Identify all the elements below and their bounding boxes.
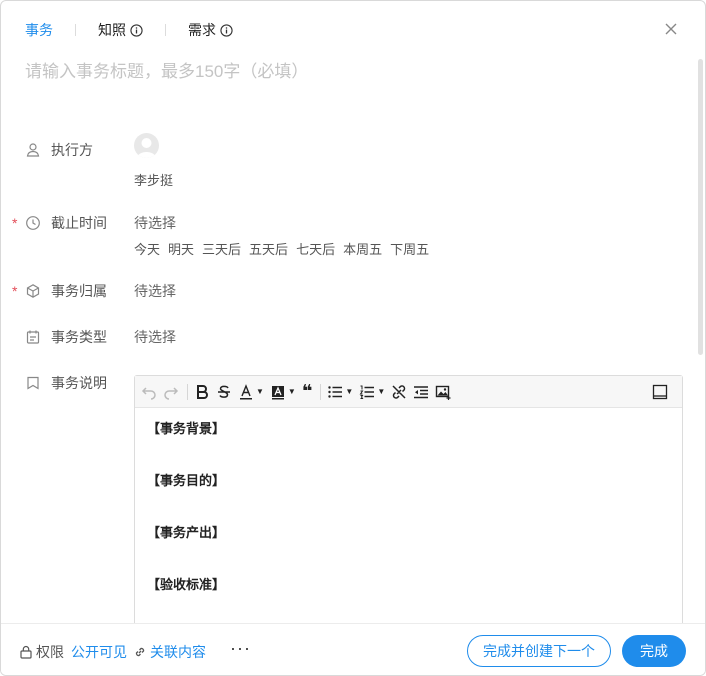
redo-icon[interactable] — [163, 381, 179, 403]
tab-task-label: 事务 — [25, 22, 53, 38]
required-mark: * — [12, 215, 18, 231]
flag-icon — [27, 376, 39, 390]
tab-notice[interactable]: 知照 — [98, 20, 143, 40]
avatar[interactable] — [134, 133, 159, 158]
permission-control[interactable]: 权限 公开可见 — [19, 642, 127, 662]
close-icon[interactable] — [663, 21, 679, 37]
deadline-quick-options: 今天 明天 三天后 五天后 七天后 本周五 下周五 — [134, 239, 429, 258]
unlink-icon[interactable] — [391, 381, 407, 403]
belong-label-text: 事务归属 — [51, 283, 107, 299]
quick-date-option[interactable]: 七天后 — [296, 239, 335, 258]
tab-requirement-label: 需求 — [188, 22, 216, 38]
tab-notice-label: 知照 — [98, 22, 126, 38]
quote-icon[interactable]: ❝ — [302, 381, 313, 403]
editor-content[interactable]: 【事务背景】 【事务目的】 【事务产出】 【验收标准】 — [135, 408, 682, 636]
permission-label: 权限 — [36, 644, 64, 660]
deadline-select[interactable]: 待选择 — [134, 213, 176, 233]
editor-line: 【事务目的】 — [147, 473, 226, 488]
complete-button[interactable]: 完成 — [622, 635, 686, 667]
belong-select[interactable]: 待选择 — [134, 281, 176, 301]
permission-value[interactable]: 公开可见 — [71, 642, 127, 662]
task-create-dialog: 事务 知照 需求 执行方 李步挺 * 截止时间 待选择 今天 明天 三天后 五天… — [0, 0, 706, 676]
tab-bar: 事务 知照 需求 — [25, 19, 233, 41]
tab-divider — [75, 24, 76, 36]
tab-task[interactable]: 事务 — [25, 20, 53, 40]
related-content-label: 关联内容 — [150, 644, 206, 660]
font-color-icon[interactable]: ▼ — [238, 381, 264, 403]
type-label-text: 事务类型 — [51, 329, 107, 345]
cube-icon — [26, 284, 40, 298]
deadline-label-text: 截止时间 — [51, 215, 107, 231]
calendar-icon — [26, 330, 40, 344]
quick-date-option[interactable]: 明天 — [168, 239, 194, 258]
task-title-input[interactable] — [25, 59, 665, 85]
description-label: 事务说明 — [25, 373, 107, 393]
assignee-label-text: 执行方 — [51, 142, 93, 158]
quick-date-option[interactable]: 三天后 — [202, 239, 241, 258]
type-label: 事务类型 — [25, 327, 107, 347]
person-icon — [26, 143, 40, 157]
quick-date-option[interactable]: 下周五 — [390, 239, 429, 258]
bold-icon[interactable] — [194, 381, 210, 403]
description-label-text: 事务说明 — [51, 375, 107, 391]
quick-date-option[interactable]: 本周五 — [343, 239, 382, 258]
scrollbar[interactable] — [698, 59, 703, 355]
editor-line: 【验收标准】 — [147, 577, 226, 592]
undo-icon[interactable] — [141, 381, 157, 403]
quick-date-option[interactable]: 今天 — [134, 239, 160, 258]
related-content-link[interactable]: 关联内容 — [133, 642, 206, 662]
link-icon — [135, 647, 145, 657]
info-icon[interactable] — [130, 23, 143, 37]
highlight-color-icon[interactable]: ▼ — [270, 381, 296, 403]
editor-toolbar: ▼ ▼ ❝ ▼ ▼ — [135, 376, 682, 408]
fullscreen-icon[interactable] — [652, 384, 668, 400]
complete-and-create-next-button[interactable]: 完成并创建下一个 — [467, 635, 611, 667]
info-icon[interactable] — [220, 23, 233, 37]
deadline-label: * 截止时间 — [12, 213, 107, 233]
insert-image-icon[interactable] — [435, 381, 451, 403]
numbered-list-icon[interactable]: ▼ — [359, 381, 385, 403]
tab-requirement[interactable]: 需求 — [188, 20, 233, 40]
outdent-icon[interactable] — [413, 381, 429, 403]
type-select[interactable]: 待选择 — [134, 327, 176, 347]
required-mark: * — [12, 283, 18, 299]
editor-line: 【事务背景】 — [147, 421, 226, 436]
tab-divider — [165, 24, 166, 36]
toolbar-divider — [320, 383, 322, 400]
assignee-label: 执行方 — [25, 140, 93, 160]
quick-date-option[interactable]: 五天后 — [249, 239, 288, 258]
clock-icon — [26, 216, 40, 230]
strikethrough-icon[interactable] — [216, 381, 232, 403]
toolbar-divider — [187, 383, 188, 400]
assignee-name: 李步挺 — [134, 173, 174, 188]
lock-icon — [20, 645, 32, 659]
more-options-button[interactable]: ··· — [230, 638, 251, 659]
editor-line: 【事务产出】 — [147, 525, 226, 540]
bullet-list-icon[interactable]: ▼ — [327, 381, 353, 403]
belong-label: * 事务归属 — [12, 281, 107, 301]
